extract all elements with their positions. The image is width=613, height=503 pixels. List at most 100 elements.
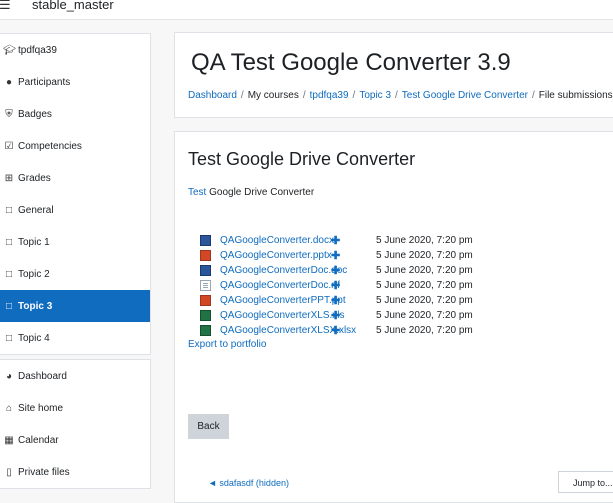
nav-item-label: Site home [18,402,64,414]
nav-item-topic-2[interactable]: □ Topic 2 [0,258,150,290]
breadcrumb-separator: / [531,90,535,101]
breadcrumb-course[interactable]: tpdfqa39 [310,90,349,101]
nav-item-private-files[interactable]: ▯ Private files [0,456,150,488]
plus-icon[interactable]: ✚ [331,309,351,322]
breadcrumb-current: File submissions [538,90,613,101]
file-link[interactable]: QAGoogleConverter.docx [220,235,335,246]
intro-text: Test Google Drive Converter [188,187,314,198]
file-date: 5 June 2020, 7:20 pm [376,295,473,306]
export-to-portfolio-link[interactable]: Export to portfolio [188,339,266,350]
powerpoint-file-icon [200,295,211,306]
check-square-icon: ☑ [4,140,14,152]
breadcrumb-dashboard[interactable]: Dashboard [188,90,237,101]
plus-icon[interactable]: ✚ [331,294,351,307]
file-link[interactable]: QAGoogleConverterDoc.rtf [220,280,340,291]
breadcrumb-separator: / [240,90,244,101]
file-date: 5 June 2020, 7:20 pm [376,280,473,291]
nav-item-topic-4[interactable]: □ Topic 4 [0,322,150,354]
nav-item-label: Competencies [18,140,82,152]
plus-icon[interactable]: ✚ [331,324,351,337]
file-link[interactable]: QAGoogleConverterXLS.xls [220,310,345,321]
shield-icon: ⛨ [5,108,13,120]
nav-item-site-home[interactable]: ⌂ Site home [0,392,150,424]
nav-item-label: Topic 3 [18,300,53,312]
nav-item-label: Dashboard [18,370,67,382]
users-icon: ● [5,76,13,88]
file-link[interactable]: QAGoogleConverter.pptx [220,250,335,261]
nav-item-label: Participants [18,76,71,88]
word-file-icon [200,265,211,276]
file-row: QAGoogleConverterDoc.doc ✚ 5 June 2020, 7:… [200,263,473,278]
hamburger-icon[interactable]: ☰ [0,0,11,12]
breadcrumb-separator: / [352,90,356,101]
page-title: Test Google Drive Converter [188,149,416,169]
breadcrumb-assignment[interactable]: Test Google Drive Converter [402,90,528,101]
file-link[interactable]: QAGoogleConverterPPT.ppt [220,295,346,306]
folder-icon: □ [5,300,13,312]
site-name[interactable]: stable_master [32,0,114,13]
plus-icon[interactable]: ✚ [331,264,351,277]
file-row: QAGoogleConverterXLSX.xlsx ✚ 5 June 2020, … [200,323,473,338]
main-content: Test Google Drive Converter Test Google … [174,131,613,503]
nav-item-label: Topic 4 [18,332,50,344]
page-header: QA Test Google Converter 3.9 Dashboard / M… [174,32,613,118]
graduation-cap-icon: 🎓︎ [3,44,16,56]
file-link[interactable]: QAGoogleConverterDoc.doc [220,265,347,276]
file-list: QAGoogleConverter.docx ✚ 5 June 2020, 7:20… [200,233,473,338]
folder-icon: □ [5,204,13,216]
file-date: 5 June 2020, 7:20 pm [376,310,473,321]
nav-item-dashboard[interactable]: ◕ Dashboard [0,360,150,392]
excel-file-icon [200,325,211,336]
top-navbar: ☰ stable_master [0,0,613,20]
previous-activity-link[interactable]: ◄ sdafasdf (hidden) [208,478,289,488]
file-row: QAGoogleConverter.pptx ✚ 5 June 2020, 7:20… [200,248,473,263]
nav-item-topic-3[interactable]: □ Topic 3 [0,290,150,322]
file-row: QAGoogleConverterDoc.rtf ✚ 5 June 2020, 7:… [200,278,473,293]
nav-item-general[interactable]: □ General [0,194,150,226]
breadcrumb-topic-3[interactable]: Topic 3 [359,90,391,101]
file-date: 5 June 2020, 7:20 pm [376,250,473,261]
home-icon: ⌂ [5,402,13,414]
nav-item-label: General [18,204,54,216]
nav-item-topic-1[interactable]: □ Topic 1 [0,226,150,258]
powerpoint-file-icon [200,250,211,261]
nav-item-label: Grades [18,172,51,184]
plus-icon[interactable]: ✚ [331,234,351,247]
nav-item-calendar[interactable]: ▦ Calendar [0,424,150,456]
nav-item-course[interactable]: 🎓︎ tpdfqa39 [0,34,150,66]
nav-item-badges[interactable]: ⛨ Badges [0,98,150,130]
text-file-icon [200,280,211,291]
jump-to-select[interactable]: Jump to... [558,471,613,493]
breadcrumb-separator: / [395,90,398,101]
site-nav-group: ◕ Dashboard ⌂ Site home ▦ Calendar ▯ Private… [0,359,151,489]
folder-icon: □ [5,268,13,280]
nav-item-participants[interactable]: ● Participants [0,66,150,98]
calendar-icon: ▦ [4,434,14,446]
tachometer-icon: ◕ [5,370,13,382]
nav-item-label: Topic 1 [18,236,50,248]
nav-item-label: Calendar [18,434,59,446]
table-icon: ⊞ [4,172,14,184]
file-date: 5 June 2020, 7:20 pm [376,235,473,246]
back-button[interactable]: Back [188,414,229,439]
course-title: QA Test Google Converter 3.9 [191,49,511,76]
file-row: QAGoogleConverterPPT.ppt ✚ 5 June 2020, 7:… [200,293,473,308]
file-icon: ▯ [6,466,12,478]
nav-item-competencies[interactable]: ☑ Competencies [0,130,150,162]
file-link[interactable]: QAGoogleConverterXLSX.xlsx [220,325,356,336]
file-row: QAGoogleConverter.docx ✚ 5 June 2020, 7:20… [200,233,473,248]
nav-item-label: Badges [18,108,52,120]
folder-icon: □ [5,236,13,248]
intro-link[interactable]: Test [188,187,206,198]
nav-item-grades[interactable]: ⊞ Grades [0,162,150,194]
plus-icon[interactable]: ✚ [331,249,351,262]
breadcrumb-separator: / [302,90,306,101]
intro-rest: Google Drive Converter [206,187,315,198]
nav-item-label: Topic 2 [18,268,50,280]
plus-icon[interactable]: ✚ [331,279,351,292]
excel-file-icon [200,310,211,321]
file-date: 5 June 2020, 7:20 pm [376,325,473,336]
nav-item-label: tpdfqa39 [18,44,57,56]
nav-item-label: Private files [18,466,70,478]
word-file-icon [200,235,211,246]
